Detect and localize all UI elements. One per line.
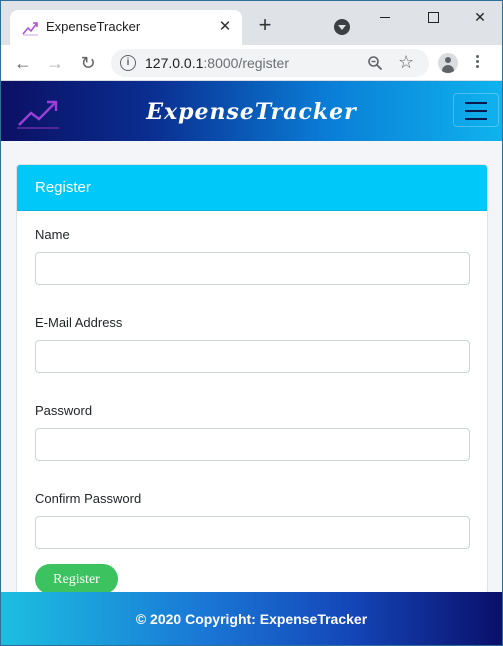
name-field[interactable] [35, 252, 470, 285]
password-label: Password [35, 403, 93, 418]
confirm-password-field[interactable] [35, 516, 470, 549]
brand-title[interactable]: ExpenseTracker [1, 99, 502, 125]
maximize-button[interactable] [423, 7, 443, 27]
minimize-button[interactable] [375, 7, 395, 27]
footer: © 2020 Copyright: ExpenseTracker [1, 592, 502, 645]
browser-tab[interactable]: ExpenseTracker ✕ [10, 10, 242, 45]
profile-icon[interactable] [438, 53, 458, 73]
url-host: 127.0.0.1 [145, 55, 204, 71]
plus-icon[interactable]: + [255, 14, 275, 36]
star-icon[interactable]: ☆ [398, 52, 414, 73]
close-icon[interactable]: ✕ [216, 18, 234, 36]
back-arrow-icon[interactable]: ← [12, 52, 34, 74]
forward-arrow-icon[interactable]: → [44, 52, 66, 74]
email-field[interactable] [35, 340, 470, 373]
browser-window: ExpenseTracker ✕ + ✕ ← → ↻ i 127.0.0.1:8… [0, 0, 503, 646]
reload-icon[interactable]: ↻ [77, 52, 99, 74]
tab-title: ExpenseTracker [46, 19, 141, 34]
kebab-menu-icon[interactable] [474, 53, 480, 73]
window-close-button[interactable]: ✕ [470, 7, 490, 27]
name-label: Name [35, 227, 70, 242]
address-bar[interactable]: i 127.0.0.1:8000/register ☆ [111, 49, 429, 77]
password-field[interactable] [35, 428, 470, 461]
title-bar: ExpenseTracker ✕ + ✕ [1, 1, 502, 45]
confirm-password-label: Confirm Password [35, 491, 142, 506]
hamburger-icon[interactable] [453, 93, 499, 127]
zoom-icon[interactable] [367, 55, 383, 71]
page-content: ExpenseTracker Register Name E-Mail Addr… [1, 81, 502, 645]
register-form: Name E-Mail Address Password Confirm Pas… [35, 227, 471, 593]
email-label: E-Mail Address [35, 315, 123, 330]
browser-toolbar: ← → ↻ i 127.0.0.1:8000/register ☆ [1, 45, 502, 81]
card-header: Register [17, 165, 487, 211]
trending-chart-icon [22, 22, 38, 36]
tab-search-icon[interactable] [334, 19, 350, 35]
info-icon[interactable]: i [120, 55, 136, 71]
navbar: ExpenseTracker [1, 81, 502, 141]
url-path: :8000/register [203, 55, 289, 71]
register-button[interactable]: Register [35, 564, 118, 593]
url-text[interactable]: 127.0.0.1:8000/register [145, 55, 289, 71]
register-card: Register Name E-Mail Address Password Co… [16, 164, 488, 594]
